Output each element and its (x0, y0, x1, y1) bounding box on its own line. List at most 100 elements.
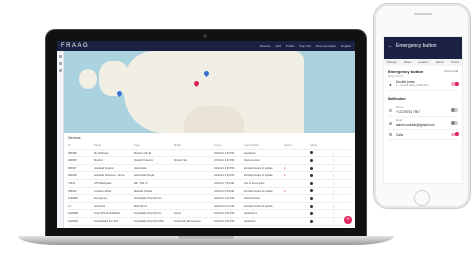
row-menu-icon[interactable]: ⋮ (332, 150, 342, 157)
table-cell (310, 218, 332, 225)
add-device-button[interactable]: + (344, 216, 352, 224)
table-row[interactable]: 1106688 Trial GPS SmartWatch SmartSafe Pro… (68, 210, 351, 218)
alarm-heart-icon (284, 150, 310, 157)
nav-sign-out[interactable]: Sign Out (299, 44, 311, 48)
table-cell: Grandad Support (94, 166, 114, 170)
col-id[interactable]: ID (68, 142, 94, 149)
table-cell (174, 195, 214, 202)
double-press-toggle[interactable] (451, 81, 459, 86)
home-button[interactable] (414, 190, 430, 206)
row-action-icon[interactable] (310, 189, 313, 193)
table-cell: Trial GPS SmartWatch (94, 212, 121, 216)
table-cell (310, 150, 332, 157)
row-action-icon[interactable] (310, 166, 313, 170)
table-cell: Gold Ankle (134, 166, 147, 170)
setting-row-email[interactable]: ✉ Email daniel.conrads@gmail.com (388, 117, 458, 130)
emergency-section: Emergency button Phone Call Button ID 0.… (384, 66, 462, 94)
row-action-icon[interactable] (310, 174, 313, 178)
table-cell: Smart Aid with Camera (174, 219, 201, 223)
table-cell: 07/11/21 3:30 PM (214, 159, 235, 163)
table-row[interactable]: 1106692 SmartWatch For Test SmartSafe Prop… (68, 218, 351, 226)
row-menu-icon[interactable]: ⋮ (332, 180, 342, 187)
alarm-heart-icon: ♥ (284, 174, 286, 178)
devices-icon[interactable] (58, 62, 62, 65)
table-row[interactable]: 480188 My Wellness Monitor with ID 04/11/21… (68, 150, 351, 158)
table-row[interactable]: 72421 GPS Backpack BR - 303 LT 04/11/21 7:3… (68, 180, 351, 188)
row-menu-icon[interactable]: ⋮ (332, 203, 342, 210)
col-action[interactable]: Action (310, 142, 332, 149)
table-cell: 04/11/21 4:30 PM (214, 151, 235, 155)
menu-icon[interactable] (58, 55, 62, 58)
table-cell (310, 203, 332, 210)
row-menu-icon[interactable]: ⋮ (332, 172, 342, 179)
tab-settings[interactable]: Settings (387, 61, 397, 64)
top-nav: Devices Add Profile Sign Out Documentati… (260, 44, 351, 48)
table-cell: 480328 (68, 174, 77, 178)
nav-profile[interactable]: Profile (286, 44, 295, 48)
row-menu-icon[interactable]: ⋮ (332, 218, 342, 225)
table-row[interactable]: 408403 Location officer Medical Tracker 04/… (68, 188, 351, 196)
table-row[interactable]: 480327 Grandad Support Gold Ankle 04/11/21 … (68, 165, 351, 173)
calls-toggle[interactable] (451, 132, 459, 137)
tab-location[interactable]: Location (418, 61, 428, 64)
tab-timers[interactable]: Timers (451, 61, 459, 64)
nav-language[interactable]: English (341, 44, 351, 48)
phone-toggle[interactable] (451, 107, 458, 112)
table-cell (174, 172, 214, 179)
row-menu-icon[interactable]: ⋮ (332, 165, 342, 172)
back-arrow-icon[interactable]: ← (388, 43, 393, 49)
row-action-icon[interactable] (310, 219, 313, 223)
setting-row-calls[interactable]: ☰ Calls (388, 130, 459, 140)
tab-status[interactable]: Status (404, 61, 412, 64)
col-type[interactable]: Type (134, 142, 174, 149)
row-menu-icon[interactable]: ⋮ (332, 210, 342, 217)
table-cell: Enrolled status of update (244, 174, 273, 178)
table-row[interactable]: 1160066 Emergency SmartSafe Prop 100 On 04/… (68, 195, 351, 203)
table-cell: SmartWatch For Test (94, 219, 119, 223)
table-cell: Enrolled status of update (244, 189, 273, 193)
row-action-icon[interactable] (310, 151, 313, 155)
row-action-icon[interactable] (310, 204, 313, 208)
table-cell: Heartbeat (244, 151, 256, 155)
notifications-heading: Notification (388, 97, 406, 101)
table-row[interactable]: 17 Gold Tool BGS 6P-17 04/11/21 9:12 AM Enro… (68, 203, 351, 211)
table-row[interactable]: 480328 Grandad Solutions - Home Gold Ankle… (68, 172, 351, 180)
table-cell: SmartSafe Prop 100 Offer (134, 219, 164, 223)
row-action-icon[interactable] (310, 212, 313, 216)
nav-add[interactable]: Add (275, 44, 280, 48)
row-menu-icon[interactable]: ⋮ (332, 157, 342, 164)
row-menu-icon[interactable]: ⋮ (332, 188, 342, 195)
table-cell: 04/11/21 4:52 PM (214, 212, 235, 216)
nav-documentation[interactable]: Documentation (316, 44, 336, 48)
table-cell: Location officer (94, 189, 112, 193)
table-header: ID Name Type Model Group Last Contact Al… (68, 142, 351, 150)
email-toggle[interactable] (451, 120, 458, 125)
map-view[interactable] (64, 51, 355, 133)
alarm-heart-icon (284, 157, 310, 164)
col-model[interactable]: Model (174, 142, 214, 149)
setting-row-double-press[interactable]: ● Double press 1 + second delay 4:2005 De… (388, 78, 459, 91)
col-group[interactable]: Group (214, 142, 244, 149)
tab-alarms[interactable]: Alarms (435, 61, 443, 64)
row-action-icon[interactable] (310, 196, 313, 200)
row-action-icon[interactable] (310, 181, 313, 185)
table-cell: Disconnected (244, 159, 260, 163)
table-cell (174, 188, 214, 195)
alarm-heart-icon (284, 203, 310, 210)
laptop-lid: FRAAG Devices Add Profile Sign Out Docum… (46, 30, 366, 236)
table-row[interactable]: 480308 Monitor Vitadol Protector Monitor Se… (68, 157, 351, 165)
table-cell (310, 157, 332, 164)
col-last-contact[interactable]: Last Contact (244, 142, 284, 149)
map-icon[interactable] (58, 69, 62, 72)
phone-header: ← Emergency button (384, 37, 462, 59)
row-menu-icon[interactable]: ⋮ (332, 195, 342, 202)
col-alarms[interactable]: Alarms (284, 142, 310, 149)
calls-icon: ☰ (388, 132, 393, 137)
row-label: Calls (396, 132, 404, 137)
table-cell: Monitor with ID (134, 151, 152, 155)
setting-row-phone[interactable]: ✆ Phone +12178704 7907 (388, 104, 458, 117)
col-name[interactable]: Name (94, 142, 134, 149)
row-action-icon[interactable] (310, 159, 313, 162)
nav-devices[interactable]: Devices (260, 44, 271, 48)
table-cell: 1106692 (68, 219, 78, 223)
